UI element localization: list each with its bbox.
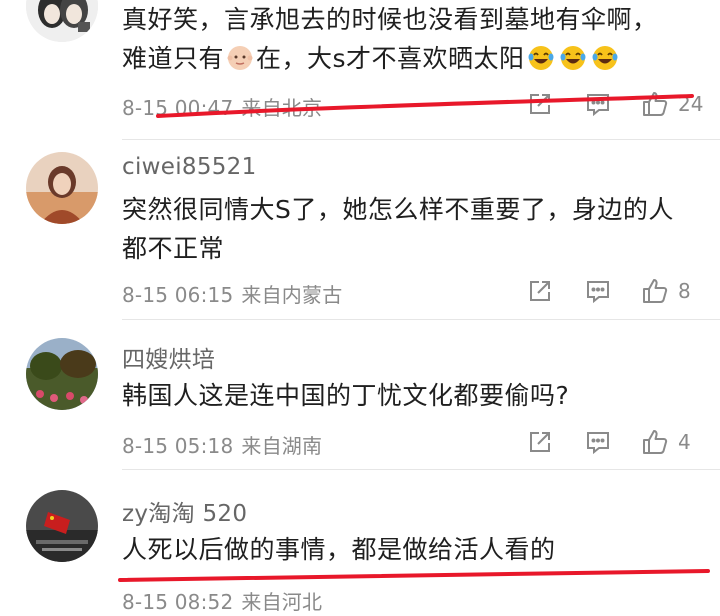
comment-actions: 24 — [460, 88, 720, 120]
reply-button[interactable] — [584, 426, 612, 458]
comment-date: 8-15 00:47 — [122, 96, 234, 120]
like-button[interactable]: 4 — [640, 426, 691, 458]
comment-meta: 8-15 05:18 来自湖南 — [122, 430, 322, 459]
comment-location: 来自北京 — [241, 96, 323, 120]
share-icon — [530, 94, 550, 114]
comment-text-line: 难道只有 在，大s才不喜欢晒太阳 — [122, 39, 692, 78]
reply-button[interactable] — [584, 275, 612, 307]
avatar[interactable] — [26, 490, 98, 562]
comment-meta: 8-15 06:15 来自内蒙古 — [122, 279, 342, 308]
username[interactable]: ciwei85521 — [122, 154, 257, 180]
comment-item: ciwei85521 突然很同情大S了，她怎么样不重要了，身边的人都不正常 8-… — [0, 140, 720, 320]
share-icon — [530, 432, 550, 452]
reply-icon — [587, 432, 609, 455]
share-button[interactable] — [526, 426, 554, 458]
comment-text: 突然很同情大S了，她怎么样不重要了，身边的人都不正常 — [122, 195, 674, 263]
laughing-tears-emoji-icon — [560, 46, 586, 70]
like-count: 4 — [678, 430, 691, 454]
thumbs-up-icon — [643, 430, 668, 454]
comment-location: 来自河北 — [241, 590, 323, 614]
comment-meta: 8-15 08:52 来自河北 — [122, 586, 322, 615]
comment-item: 真好笑，言承旭去的时候也没看到墓地有伞啊， 难道只有 在，大s才不喜欢晒太阳 8-… — [0, 0, 720, 140]
comment-location: 来自湖南 — [241, 434, 323, 458]
comment-item: 四嫂烘培 韩国人这是连中国的丁忧文化都要偷吗? 8-15 05:18 来自湖南 4 — [0, 320, 720, 470]
comment-text: 真好笑，言承旭去的时候也没看到墓地有伞啊， 难道只有 在，大s才不喜欢晒太阳 — [122, 0, 692, 78]
laughing-tears-emoji-icon — [592, 46, 618, 70]
comment-date: 8-15 08:52 — [122, 590, 234, 614]
baby-face-emoji-icon — [227, 46, 253, 70]
share-icon — [530, 281, 550, 301]
like-count: 24 — [678, 92, 704, 116]
avatar[interactable] — [26, 0, 98, 42]
username[interactable]: 四嫂烘培 — [122, 340, 215, 374]
comment-text-part: 难道只有 — [122, 44, 225, 73]
comment-date: 8-15 06:15 — [122, 283, 234, 307]
avatar[interactable] — [26, 152, 98, 224]
comment-text: 韩国人这是连中国的丁忧文化都要偷吗? — [122, 381, 570, 410]
comment-actions: 4 — [460, 426, 720, 458]
reply-icon — [587, 94, 609, 117]
like-button[interactable]: 8 — [640, 275, 691, 307]
comment-text-part: 在，大s才不喜欢晒太阳 — [256, 44, 525, 73]
thumbs-up-icon — [643, 92, 668, 116]
username[interactable]: zy淘淘 520 — [122, 494, 247, 528]
laughing-tears-emoji-icon — [528, 46, 554, 70]
share-button[interactable] — [526, 88, 554, 120]
comment-actions: 8 — [460, 275, 720, 307]
comment-text: 人死以后做的事情，都是做给活人看的 — [122, 535, 556, 564]
like-count: 8 — [678, 279, 691, 303]
share-button[interactable] — [526, 275, 554, 307]
comment-text-line: 真好笑，言承旭去的时候也没看到墓地有伞啊， — [122, 5, 658, 34]
comment-location: 来自内蒙古 — [241, 283, 343, 307]
comment-date: 8-15 05:18 — [122, 434, 234, 458]
reply-icon — [587, 281, 609, 304]
comment-meta: 8-15 00:47 来自北京 — [122, 92, 322, 121]
reply-button[interactable] — [584, 88, 612, 120]
comment-item: zy淘淘 520 人死以后做的事情，都是做给活人看的 8-15 08:52 来自河… — [0, 470, 720, 616]
thumbs-up-icon — [643, 279, 668, 303]
like-button[interactable]: 24 — [640, 88, 703, 120]
avatar[interactable] — [26, 338, 98, 410]
